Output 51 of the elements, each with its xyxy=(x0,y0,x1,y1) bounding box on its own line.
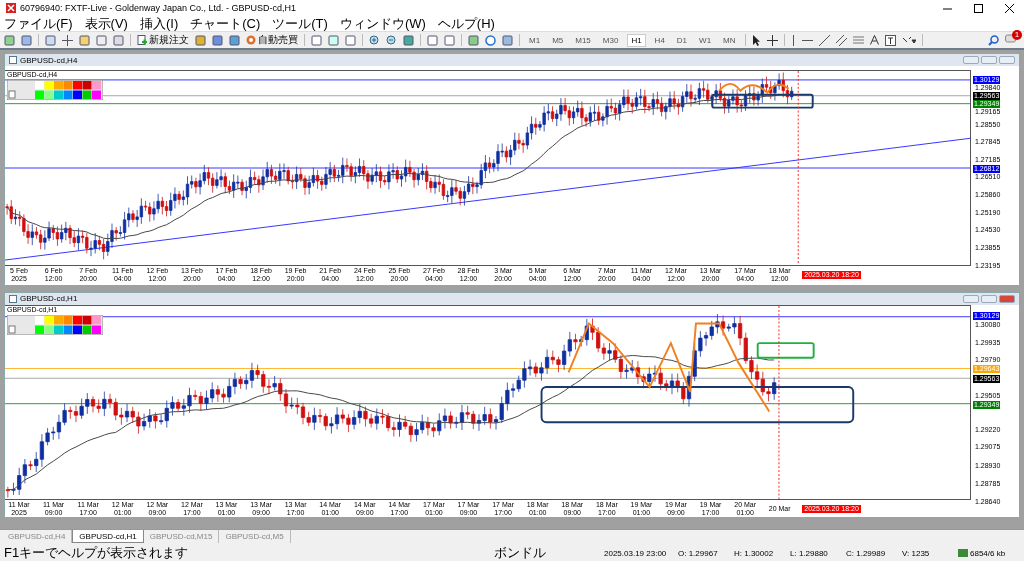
app-logo-icon xyxy=(6,3,16,13)
search-icon[interactable] xyxy=(988,34,999,46)
trendline-icon[interactable] xyxy=(818,34,830,46)
status-help-text: F1キーでヘルプが表示されます xyxy=(4,544,190,561)
chart-tab[interactable]: GBPUSD-cd,H1 xyxy=(72,530,144,543)
status-price: H: 1.30002 xyxy=(734,548,775,558)
chart-window-icon xyxy=(9,56,17,64)
auto-trading-button[interactable]: 自動売買 xyxy=(246,33,298,47)
status-time: 2025.03.19 23:00 xyxy=(604,548,668,558)
menu-item[interactable]: ファイル(F) xyxy=(4,14,73,33)
timeframe-button[interactable]: W1 xyxy=(696,34,715,46)
document-plus-icon xyxy=(137,35,147,45)
close-icon[interactable] xyxy=(1005,3,1014,13)
window-title: 60796940: FXTF-Live - Goldenway Japan Co., Ltd. - GBPUSD-cd,H1 xyxy=(20,3,298,13)
new-order-button[interactable]: 新規注文 xyxy=(137,33,189,47)
horizontal-line-icon[interactable] xyxy=(801,37,813,43)
menu-item[interactable]: チャート(C) xyxy=(190,14,261,33)
menu-item[interactable]: ツール(T) xyxy=(272,14,328,33)
zoom-in-icon[interactable] xyxy=(369,34,380,46)
chart-window-icon xyxy=(9,294,17,303)
cursor-icon[interactable] xyxy=(751,34,761,46)
timeframe-button[interactable]: M1 xyxy=(526,34,544,46)
timeframe-button[interactable]: M30 xyxy=(599,34,622,46)
timeframe-button[interactable]: D1 xyxy=(673,34,691,46)
timeframe-button[interactable]: H4 xyxy=(651,34,668,46)
close-button[interactable] xyxy=(999,294,1015,303)
menu-item[interactable]: ウィンドウ(W) xyxy=(339,14,426,33)
vertical-line-icon[interactable] xyxy=(790,34,796,46)
status-price: L: 1.29880 xyxy=(790,548,829,558)
status-price: C: 1.29989 xyxy=(846,548,887,558)
menu-item[interactable]: ヘルプ(H) xyxy=(437,14,495,33)
timeframe-button[interactable]: MN xyxy=(720,34,739,46)
notification-badge: 1 xyxy=(1012,29,1022,40)
timeframe-button[interactable]: H1 xyxy=(627,33,646,47)
chart-window-title: GBPUSD-cd,H4 xyxy=(20,55,79,65)
status-profile: ボンドル xyxy=(494,544,547,561)
timeframe-button[interactable]: M15 xyxy=(572,34,594,46)
crosshair-icon[interactable] xyxy=(62,34,73,46)
status-volume: V: 1235 xyxy=(902,548,931,558)
zoom-out-icon[interactable] xyxy=(386,34,397,46)
channel-icon[interactable] xyxy=(835,34,847,46)
maximize-icon[interactable] xyxy=(974,3,983,13)
text-tool-icon[interactable] xyxy=(869,35,879,45)
crosshair-tool-icon[interactable] xyxy=(766,34,778,46)
menu-item[interactable]: 挿入(I) xyxy=(139,14,179,33)
status-price: O: 1.29967 xyxy=(678,548,719,558)
timeframe-button[interactable]: M5 xyxy=(549,34,567,46)
chart-window-title: GBPUSD-cd,H1 xyxy=(20,294,79,304)
status-traffic: 6854/6 kb xyxy=(970,548,1006,558)
menu-item[interactable]: 表示(V) xyxy=(84,14,128,33)
text-label-icon[interactable] xyxy=(884,34,896,46)
